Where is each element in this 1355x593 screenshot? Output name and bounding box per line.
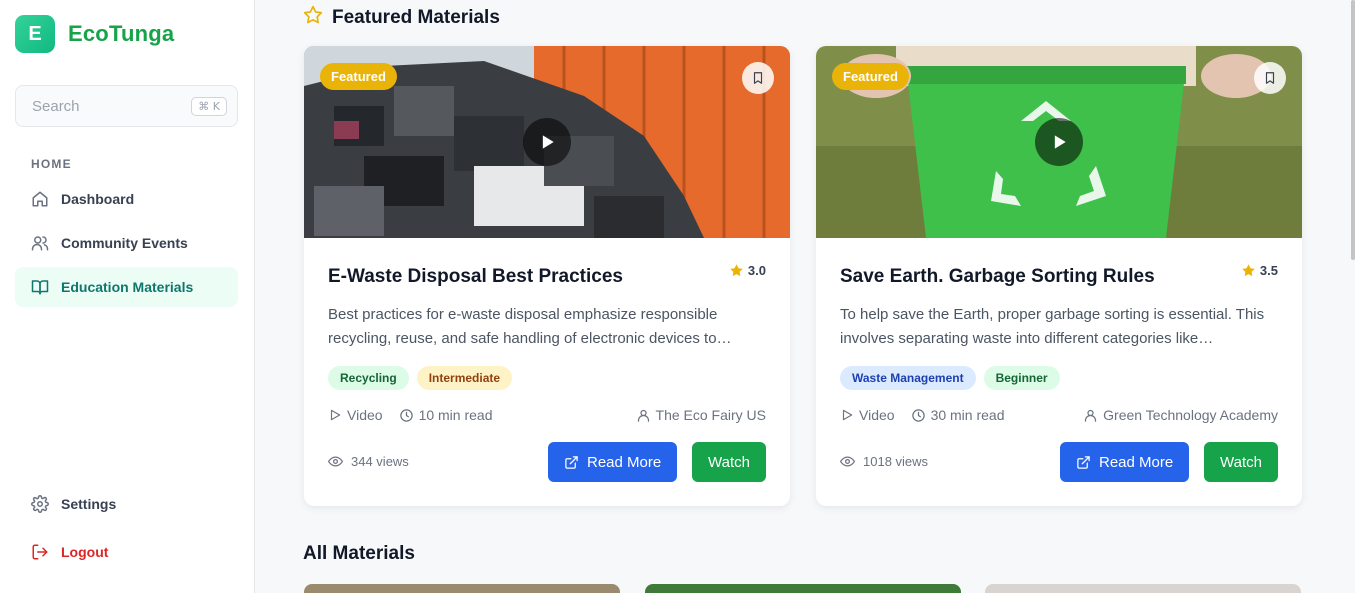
media-type-label: Video [347, 407, 383, 423]
play-icon [1054, 135, 1066, 149]
author: Green Technology Academy [1083, 407, 1278, 423]
scrollbar[interactable] [1351, 0, 1355, 593]
sidebar: E EcoTunga Search ⌘ K HOME Dashboard Com… [0, 0, 255, 593]
sidebar-item-community-events[interactable]: Community Events [15, 223, 238, 263]
media-type: Video [840, 407, 895, 423]
card-meta: Video 30 min read Green Technology Acade… [840, 407, 1278, 423]
card-title[interactable]: Save Earth. Garbage Sorting Rules [840, 266, 1155, 288]
bookmark-icon [1265, 72, 1275, 84]
eye-icon [328, 456, 343, 467]
material-thumbnail[interactable] [645, 584, 961, 593]
nav-section-label: HOME [31, 157, 72, 171]
read-more-label: Read More [1099, 453, 1174, 471]
tag-level: Intermediate [416, 366, 513, 390]
material-card[interactable]: Featured Save Earth. Garbage Sorting Rul… [816, 46, 1302, 506]
all-materials-title: All Materials [303, 543, 415, 564]
eye-icon [840, 456, 855, 467]
star-filled-icon [1242, 264, 1255, 277]
external-link-icon [1077, 455, 1090, 469]
tag-category: Waste Management [840, 366, 976, 390]
logo-mark: E [15, 15, 55, 53]
sidebar-item-education-materials[interactable]: Education Materials [15, 267, 238, 307]
sidebar-item-label: Dashboard [61, 191, 135, 207]
star-outline-icon [303, 5, 323, 31]
users-icon [31, 234, 49, 252]
view-count: 1018 views [840, 454, 928, 469]
duration: 30 min read [911, 407, 1005, 423]
sidebar-item-label: Education Materials [61, 279, 194, 295]
view-count: 344 views [328, 454, 409, 469]
search-placeholder: Search [32, 97, 80, 115]
featured-badge: Featured [320, 63, 397, 90]
view-count-label: 1018 views [863, 454, 929, 469]
rating-value: 3.5 [1259, 263, 1278, 278]
author: The Eco Fairy US [636, 407, 766, 423]
view-count-label: 344 views [351, 454, 409, 469]
rating: 3.0 [729, 263, 766, 278]
duration-label: 30 min read [930, 407, 1005, 423]
read-more-label: Read More [587, 453, 662, 471]
tag-list: Waste Management Beginner [840, 366, 1060, 390]
tag-level: Beginner [983, 366, 1060, 390]
play-button[interactable] [523, 118, 571, 166]
external-link-icon [565, 455, 578, 469]
logout-button[interactable]: Logout [15, 532, 238, 572]
material-thumbnail[interactable] [304, 584, 620, 593]
bookmark-button[interactable] [742, 62, 774, 94]
play-outline-icon [330, 409, 341, 421]
watch-button[interactable]: Watch [692, 442, 766, 482]
featured-badge: Featured [832, 63, 909, 90]
user-icon [1085, 409, 1097, 422]
logout-icon [31, 543, 49, 561]
app-name: EcoTunga [68, 21, 175, 46]
rating-value: 3.0 [747, 263, 766, 278]
sidebar-item-settings[interactable]: Settings [15, 484, 238, 524]
clock-icon [399, 408, 413, 422]
gear-icon [31, 495, 49, 513]
book-open-icon [31, 278, 49, 296]
tag-list: Recycling Intermediate [328, 366, 513, 390]
duration-label: 10 min read [418, 407, 493, 423]
sidebar-item-dashboard[interactable]: Dashboard [15, 179, 238, 219]
play-icon [542, 135, 554, 149]
author-name: The Eco Fairy US [655, 407, 766, 423]
media-type-label: Video [859, 407, 895, 423]
scrollbar-thumb[interactable] [1351, 0, 1355, 260]
card-description: To help save the Earth, proper garbage s… [840, 306, 1265, 347]
card-description: Best practices for e-waste disposal emph… [328, 306, 732, 347]
play-button[interactable] [1035, 118, 1083, 166]
star-filled-icon [730, 264, 743, 277]
bookmark-icon [753, 72, 763, 84]
card-thumbnail-ewaste[interactable]: Featured [304, 46, 790, 238]
app-logo[interactable]: E EcoTunga [15, 15, 174, 53]
media-type: Video [328, 407, 383, 423]
bookmark-button[interactable] [1254, 62, 1286, 94]
clock-icon [911, 408, 925, 422]
rating: 3.5 [1241, 263, 1278, 278]
sidebar-item-label: Settings [61, 496, 117, 512]
sidebar-item-label: Community Events [61, 235, 188, 251]
material-thumbnail[interactable] [985, 584, 1301, 593]
watch-button[interactable]: Watch [1204, 442, 1278, 482]
featured-section-title: Featured Materials [303, 5, 500, 31]
user-icon [637, 409, 649, 422]
featured-title-text: Featured Materials [332, 7, 500, 28]
sidebar-item-label: Logout [61, 544, 109, 560]
read-more-button[interactable]: Read More [548, 442, 678, 482]
duration: 10 min read [399, 407, 493, 423]
author-name: Green Technology Academy [1103, 407, 1278, 423]
search-input[interactable]: Search ⌘ K [15, 85, 238, 127]
material-card[interactable]: Featured E-Waste Disposal Best Practices… [304, 46, 790, 506]
home-icon [31, 190, 49, 208]
read-more-button[interactable]: Read More [1060, 442, 1190, 482]
card-meta: Video 10 min read The Eco Fairy US [328, 407, 766, 423]
tag-category: Recycling [328, 366, 409, 390]
card-thumbnail-recycling[interactable]: Featured [816, 46, 1302, 238]
search-shortcut: ⌘ K [191, 96, 227, 116]
card-title[interactable]: E-Waste Disposal Best Practices [328, 266, 623, 288]
play-outline-icon [842, 409, 853, 421]
